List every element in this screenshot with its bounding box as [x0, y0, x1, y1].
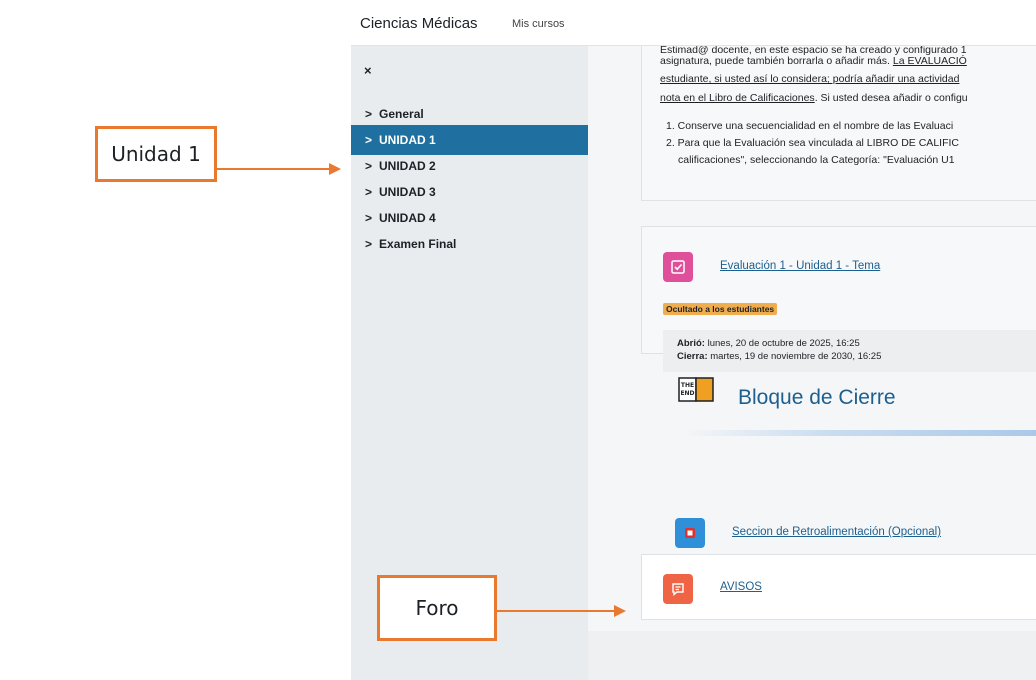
- intro-line-2: estudiante, si usted así lo considera; p…: [660, 73, 959, 85]
- my-courses-link[interactable]: Mis cursos: [512, 18, 565, 30]
- intro-list-item-1: 1. Conserve una secuencialidad en el nom…: [666, 120, 954, 132]
- top-navbar: Ciencias Médicas Mis cursos: [351, 0, 1036, 46]
- chevron-right-icon: >: [365, 185, 373, 199]
- section-divider: [683, 430, 1036, 436]
- chevron-right-icon: >: [365, 211, 373, 225]
- icon-text-bottom: END: [680, 390, 694, 397]
- course-index-label: UNIDAD 2: [379, 159, 436, 173]
- course-index-label: UNIDAD 3: [379, 185, 436, 199]
- intro-text: asignatura, puede también borrarla o aña…: [660, 55, 893, 67]
- forum-callout: Foro: [377, 575, 497, 641]
- course-content: Estimad@ docente, en este espacio se ha …: [588, 46, 1036, 680]
- page-footer-area: [588, 631, 1036, 680]
- closes-date: Cierra: martes, 19 de noviembre de 2030,…: [677, 351, 881, 362]
- close-drawer-icon[interactable]: ×: [364, 63, 372, 78]
- intro-underlined-text: La EVALUACIÓ: [892, 55, 967, 67]
- intro-list-item-2-cont: calificaciones", seleccionando la Catego…: [678, 154, 955, 166]
- section-summary: Estimad@ docente, en este espacio se ha …: [641, 46, 1036, 201]
- forum-link[interactable]: AVISOS: [720, 581, 762, 593]
- quiz-icon: [663, 252, 693, 282]
- unit-1-arrow-head: [329, 163, 341, 175]
- quiz-link[interactable]: Evaluación 1 - Unidad 1 - Tema: [720, 260, 880, 272]
- activity-dates: Abrió: lunes, 20 de octubre de 2025, 16:…: [663, 330, 1036, 372]
- the-end-book-icon: THE END: [678, 377, 714, 403]
- intro-list-item-2: 2. Para que la Evaluación sea vinculada …: [666, 137, 959, 149]
- closes-value: martes, 19 de noviembre de 2030, 16:25: [707, 351, 882, 362]
- chevron-right-icon: >: [365, 133, 373, 147]
- unit-1-callout: Unidad 1: [95, 126, 217, 182]
- chevron-right-icon: >: [365, 107, 373, 121]
- course-index-label: UNIDAD 1: [379, 133, 436, 147]
- unit-1-arrow-line: [217, 168, 329, 170]
- course-index-label: UNIDAD 4: [379, 211, 436, 225]
- chevron-right-icon: >: [365, 159, 373, 173]
- intro-line-1: asignatura, puede también borrarla o aña…: [660, 55, 967, 67]
- feedback-icon: [675, 518, 705, 548]
- chevron-right-icon: >: [365, 237, 373, 251]
- quiz-activity-card: Evaluación 1 - Unidad 1 - Tema Ocultado …: [641, 226, 1036, 372]
- forum-activity-card: AVISOS: [641, 554, 1036, 620]
- intro-line-3: nota en el Libro de Calificaciones. Si u…: [660, 92, 968, 104]
- icon-text-top: THE: [681, 382, 694, 389]
- intro-underlined-text: nota en el Libro de Calificaciones: [660, 92, 815, 104]
- forum-arrow-line: [497, 610, 614, 612]
- closing-block-title: Bloque de Cierre: [738, 386, 896, 409]
- opened-label: Abrió:: [677, 338, 705, 349]
- course-index-item-examen-final[interactable]: > Examen Final: [351, 229, 588, 259]
- opened-date: Abrió: lunes, 20 de octubre de 2025, 16:…: [677, 338, 860, 349]
- page: Ciencias Médicas Mis cursos × > General …: [0, 0, 1036, 680]
- feedback-section-link[interactable]: Seccion de Retroalimentación (Opcional): [732, 526, 941, 538]
- forum-arrow-head: [614, 605, 626, 617]
- forum-icon: [663, 574, 693, 604]
- intro-underlined-text: estudiante, si usted así lo considera; p…: [660, 73, 960, 85]
- course-index-label: General: [379, 107, 424, 121]
- closes-label: Cierra:: [677, 351, 708, 362]
- course-index-label: Examen Final: [379, 237, 457, 251]
- hidden-from-students-badge: Ocultado a los estudiantes: [663, 303, 778, 315]
- site-name[interactable]: Ciencias Médicas: [360, 15, 478, 32]
- opened-value: lunes, 20 de octubre de 2025, 16:25: [704, 338, 860, 349]
- intro-text: . Si usted desea añadir o configu: [814, 92, 968, 104]
